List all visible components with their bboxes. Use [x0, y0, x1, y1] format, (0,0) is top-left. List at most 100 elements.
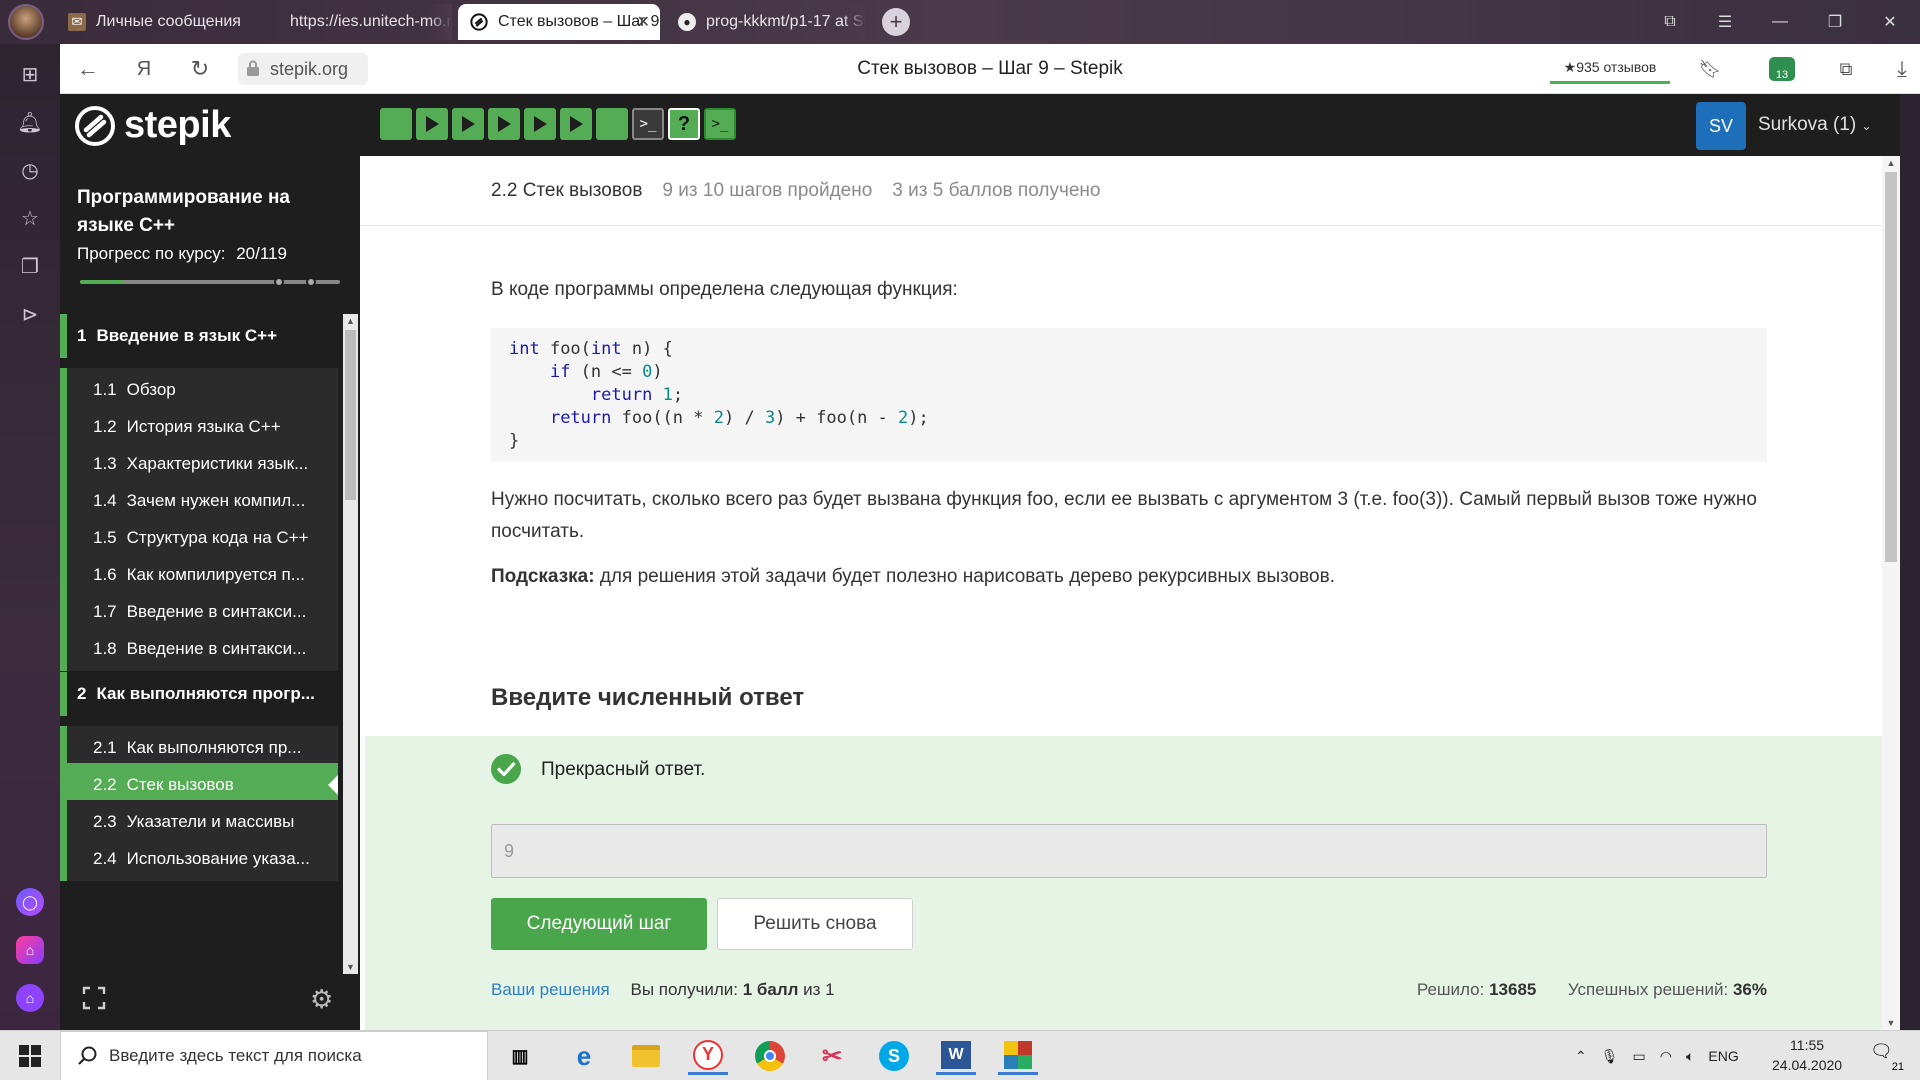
module-item[interactable]: 1 Введение в язык C++	[60, 314, 338, 358]
battery-icon[interactable]: ▭	[1633, 1048, 1646, 1065]
scroll-down-icon[interactable]: ▼	[343, 960, 358, 974]
grid-icon[interactable]: ⊞	[16, 60, 44, 88]
tab-github[interactable]: ● prog-kkkmt/p1-17 at Surko	[666, 4, 866, 40]
sidebar-scrollbar[interactable]: ▲ ▼	[343, 314, 358, 974]
skype-icon[interactable]: S	[874, 1037, 914, 1075]
avatar[interactable]: SV	[1696, 102, 1746, 150]
step-10-code[interactable]: >_	[704, 108, 736, 140]
scroll-down-icon[interactable]: ▼	[1882, 1016, 1900, 1030]
step-6-video[interactable]	[560, 108, 592, 140]
winrar-icon[interactable]	[998, 1037, 1038, 1075]
back-arrow-icon[interactable]: ←	[74, 55, 102, 83]
reload-icon[interactable]: ↻	[186, 55, 214, 83]
stepik-logo[interactable]: stepik	[74, 104, 231, 147]
tray-chevron-icon[interactable]: ⌃	[1575, 1048, 1587, 1065]
course-title[interactable]: Программирование на языке C++	[77, 184, 327, 240]
scroll-up-icon[interactable]: ▲	[1882, 156, 1900, 170]
scroll-thumb[interactable]	[345, 330, 356, 500]
item-number: 2	[77, 684, 87, 703]
your-solutions-link[interactable]: Ваши решения	[491, 980, 610, 999]
new-tab-button[interactable]: +	[882, 8, 910, 36]
item-label: Использование указа...	[126, 849, 310, 868]
step-3-video[interactable]	[452, 108, 484, 140]
question-text: Нужно посчитать, сколько всего раз будет…	[491, 489, 1757, 542]
reviews-badge[interactable]: ★935 отзывов	[1550, 54, 1670, 84]
yandex-browser-icon[interactable]: Y	[688, 1037, 728, 1075]
window-close-button[interactable]: ✕	[1870, 8, 1910, 36]
page-scrollbar[interactable]: ▲ ▼	[1882, 156, 1900, 1030]
lesson-item[interactable]: 2.4 Использование указа...	[60, 837, 338, 881]
reader-icon[interactable]: ⧉	[1832, 55, 1860, 83]
terminal-icon: >_	[639, 116, 657, 132]
play-icon[interactable]: ⊳	[16, 300, 44, 328]
task-view-icon[interactable]: ▥	[500, 1037, 540, 1075]
volume-icon[interactable]: 🔈︎	[1686, 1048, 1694, 1065]
history-icon[interactable]: ◷	[16, 156, 44, 184]
microphone-icon[interactable]: 🎙︎	[1601, 1048, 1619, 1065]
step-9-quiz-current[interactable]: ?	[668, 108, 700, 140]
step-5-video[interactable]	[524, 108, 556, 140]
edge-icon[interactable]: e	[564, 1037, 604, 1075]
solved-count: 13685	[1489, 980, 1537, 999]
scroll-thumb[interactable]	[1885, 172, 1897, 562]
step-2-video[interactable]	[416, 108, 448, 140]
alice-icon[interactable]: ◯	[16, 888, 44, 916]
system-clock[interactable]: 11:55 24.04.2020	[1772, 1035, 1842, 1075]
word-icon[interactable]: W	[936, 1037, 976, 1075]
zen-icon[interactable]: ⌂	[16, 984, 44, 1012]
tab-manager-icon[interactable]: ⧉	[1650, 8, 1690, 36]
tab-stepik[interactable]: Стек вызовов – Шаг 9 - ✕	[458, 4, 660, 40]
profile-avatar[interactable]	[8, 4, 44, 40]
fullscreen-icon[interactable]	[82, 986, 106, 1010]
success-rate: 36%	[1732, 980, 1767, 999]
yandex-button[interactable]: Я	[130, 55, 158, 83]
taskbar-search-input[interactable]: Введите здесь текст для поиска	[60, 1031, 488, 1080]
step-1-text[interactable]	[380, 108, 412, 140]
lesson-item[interactable]: 1.8 Введение в синтакси...	[60, 627, 338, 671]
restore-button[interactable]: ❐	[1815, 8, 1855, 36]
star-icon[interactable]: ☆	[16, 204, 44, 232]
file-explorer-icon[interactable]	[626, 1037, 666, 1075]
input-language[interactable]: ENG	[1708, 1048, 1738, 1064]
extension-badge-icon[interactable]: 13	[1768, 55, 1796, 83]
play-icon	[462, 116, 475, 132]
close-icon[interactable]: ✕	[637, 12, 650, 32]
wifi-icon[interactable]: ◠	[1660, 1048, 1672, 1065]
menu-icon[interactable]: ☰	[1705, 8, 1745, 36]
collections-icon[interactable]: ❐	[16, 252, 44, 280]
minimize-button[interactable]: —	[1760, 8, 1800, 36]
item-number: 1.2	[93, 417, 117, 436]
numeric-answer-input[interactable]	[491, 824, 1767, 878]
gear-icon[interactable]: ⚙	[310, 986, 336, 1012]
notification-count: 21	[1891, 1061, 1904, 1073]
progress-value: 20/119	[236, 244, 287, 263]
tab-label: Личные сообщения	[96, 13, 241, 30]
step-8-code[interactable]: >_	[632, 108, 664, 140]
download-icon[interactable]: ⤓	[1888, 55, 1916, 83]
notification-center-icon[interactable]: 🗨︎ 21	[1870, 1041, 1904, 1073]
scroll-up-icon[interactable]: ▲	[343, 314, 358, 328]
score-value: 1 балл	[742, 980, 799, 999]
feedback-message: Прекрасный ответ.	[541, 759, 706, 780]
item-number: 1.6	[93, 565, 117, 584]
search-icon	[78, 1046, 97, 1065]
messenger-icon[interactable]: ⌂	[16, 936, 44, 964]
item-number: 2.4	[93, 849, 117, 868]
chrome-icon[interactable]	[750, 1037, 790, 1075]
tab-ies[interactable]: https://ies.unitech-mo.ru/fi	[276, 4, 452, 40]
next-step-button[interactable]: Следующий шаг	[491, 898, 707, 950]
user-menu[interactable]: Surkova (1) ⌄	[1758, 114, 1872, 136]
step-4-video[interactable]	[488, 108, 520, 140]
windows-start-button[interactable]	[0, 1031, 60, 1080]
url-field[interactable]: stepik.org	[238, 53, 368, 85]
snip-tool-icon[interactable]: ✂	[812, 1037, 852, 1075]
code-block: int foo(int n) { if (n <= 0) return 1; r…	[491, 328, 1767, 462]
item-number: 2.3	[93, 812, 117, 831]
stepik-header: stepik >_? >_ SV Surkova (1) ⌄	[60, 94, 1900, 156]
bookmark-icon[interactable]: 🔖︎	[1696, 55, 1724, 83]
bell-icon[interactable]: 🔔︎	[16, 108, 44, 136]
tab-messages[interactable]: ✉ Личные сообщения	[56, 4, 252, 40]
step-7-text[interactable]	[596, 108, 628, 140]
module-item[interactable]: 2 Как выполняются прогр...	[60, 672, 338, 716]
solve-again-button[interactable]: Решить снова	[717, 898, 913, 950]
